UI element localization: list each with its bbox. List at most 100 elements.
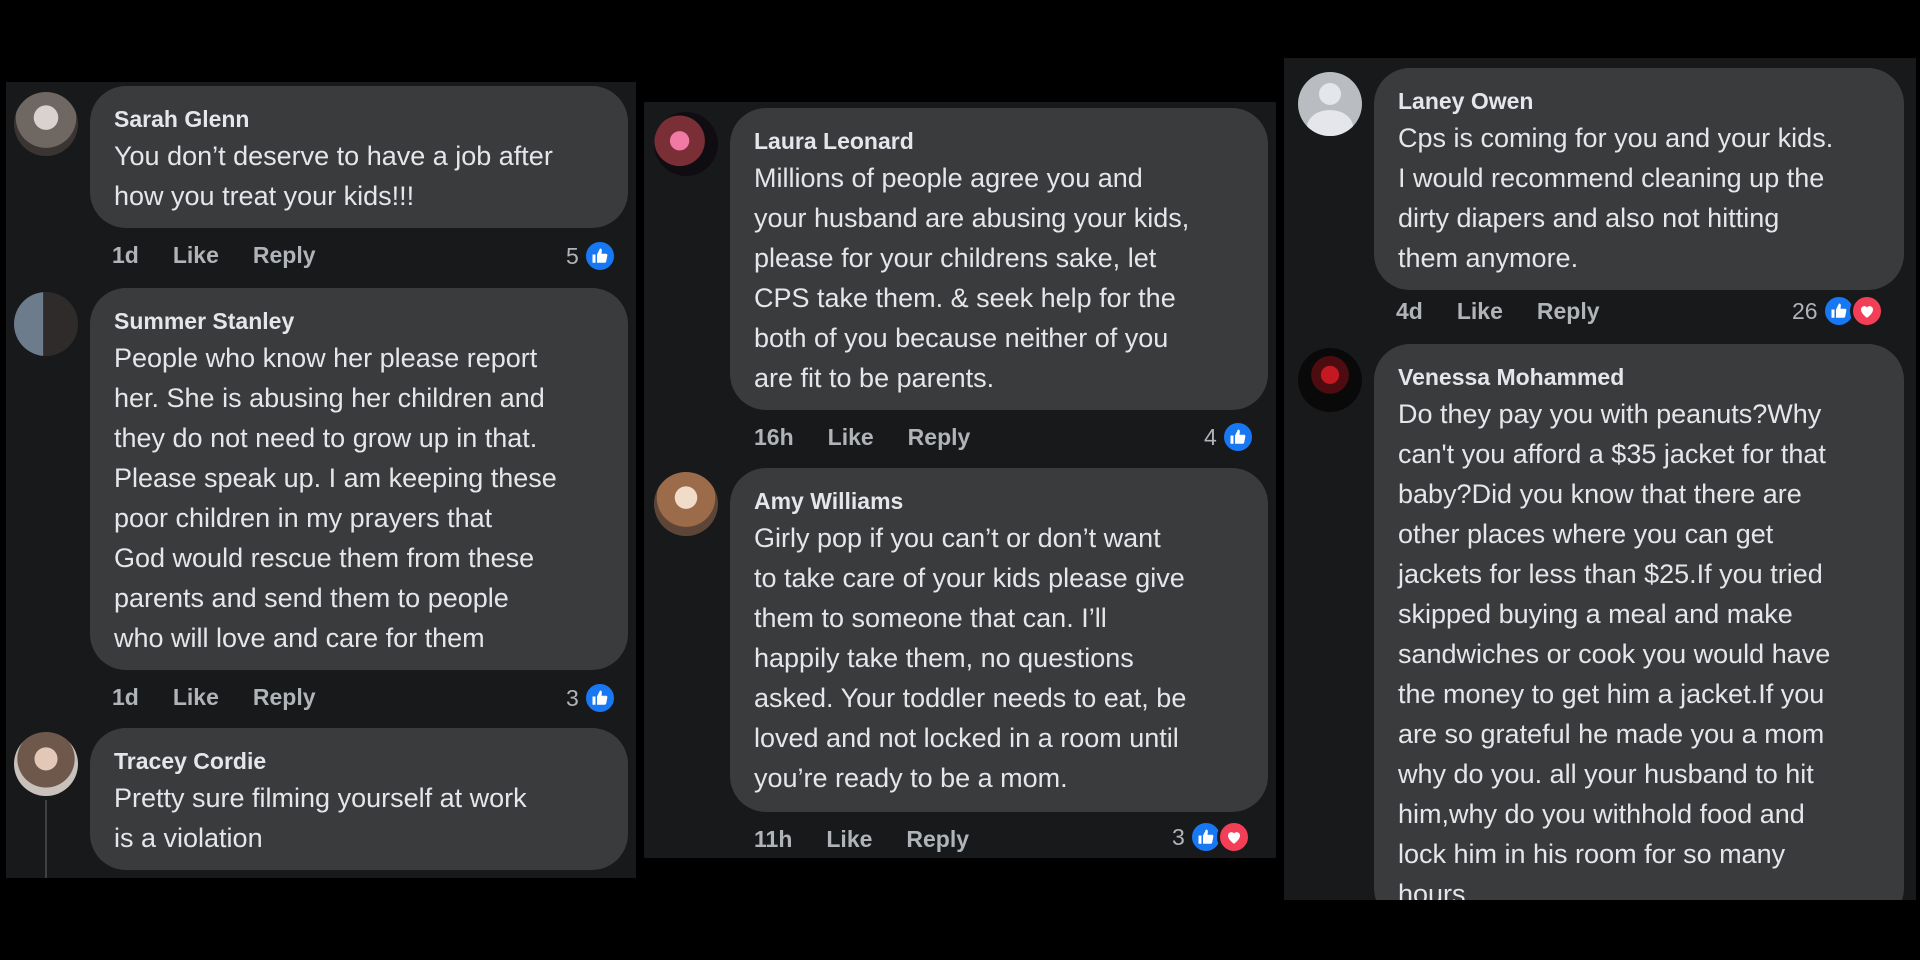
reaction-count: 5 xyxy=(566,242,579,269)
comment-text-line: Pretty sure filming yourself at work xyxy=(114,783,527,813)
avatar[interactable] xyxy=(14,92,78,156)
comment-author[interactable]: Summer Stanley xyxy=(114,306,604,336)
love-reaction-icon xyxy=(1849,294,1884,328)
comment-bubble: Tracey Cordie Pretty sure filming yourse… xyxy=(90,728,628,870)
reactions[interactable]: 3 xyxy=(1172,820,1251,854)
comment-text: Cps is coming for you and your kids. I w… xyxy=(1398,118,1880,278)
comment-text-line: they do not need to grow up in that. xyxy=(114,423,538,453)
comment-text-line: both of you because neither of you xyxy=(754,323,1169,353)
comment-text-line: the money to get him a jacket.If you xyxy=(1398,679,1825,709)
comment-text-line: is a violation xyxy=(114,823,263,853)
reactions[interactable]: 26 xyxy=(1792,294,1884,328)
comment-bubble: Laura Leonard Millions of people agree y… xyxy=(730,108,1268,410)
comment-text: Do they pay you with peanuts?Why can't y… xyxy=(1398,394,1880,900)
comment-text-line: other places where you can get xyxy=(1398,519,1774,549)
reaction-count: 3 xyxy=(566,684,579,711)
avatar[interactable] xyxy=(14,292,78,356)
comment-time[interactable]: 16h xyxy=(754,424,794,451)
comment-text-line: God would rescue them from these xyxy=(114,543,535,573)
like-reaction-icon xyxy=(1220,420,1255,454)
comment-bubble: Sarah Glenn You don’t deserve to have a … xyxy=(90,86,628,228)
reply-button[interactable]: Reply xyxy=(253,242,316,269)
comment-text-line: sandwiches or cook you would have xyxy=(1398,639,1831,669)
comment-text-line: him,why do you withhold food and xyxy=(1398,799,1805,829)
comment-text-line: Cps is coming for you and your kids. xyxy=(1398,123,1834,153)
comment-author[interactable]: Venessa Mohammed xyxy=(1398,362,1880,392)
like-button[interactable]: Like xyxy=(826,826,872,853)
comment-text-line: poor children in my prayers that xyxy=(114,503,493,533)
like-reaction-icon xyxy=(582,681,617,715)
comment-text-line: You don’t deserve to have a job after xyxy=(114,141,553,171)
comments-panel-3: Laney Owen Cps is coming for you and you… xyxy=(1284,58,1916,900)
comment-text-line: to take care of your kids please give xyxy=(754,563,1185,593)
comment-text: Girly pop if you can’t or don’t want to … xyxy=(754,518,1244,798)
comment-text-line: skipped buying a meal and make xyxy=(1398,599,1793,629)
comment-time[interactable]: 1d xyxy=(112,684,139,711)
reply-button[interactable]: Reply xyxy=(253,684,316,711)
comment-text-line: People who know her please report xyxy=(114,343,538,373)
comment-text-line: asked. Your toddler needs to eat, be xyxy=(754,683,1187,713)
avatar[interactable] xyxy=(1298,348,1362,412)
comment-text-line: Do they pay you with peanuts?Why xyxy=(1398,399,1822,429)
comment-text-line: why do you. all your husband to hit xyxy=(1398,759,1814,789)
comment-actions: 4d Like Reply xyxy=(1396,298,1600,325)
reactions[interactable]: 4 xyxy=(1204,420,1255,454)
reply-button[interactable]: Reply xyxy=(906,826,969,853)
comment-bubble: Venessa Mohammed Do they pay you with pe… xyxy=(1374,344,1904,900)
reaction-count: 3 xyxy=(1172,823,1185,850)
comment-author[interactable]: Sarah Glenn xyxy=(114,104,604,134)
comment-text-line: Girly pop if you can’t or don’t want xyxy=(754,523,1161,553)
comment-text-line: loved and not locked in a room until xyxy=(754,723,1179,753)
comment-text-line: happily take them, no questions xyxy=(754,643,1134,673)
comment-time[interactable]: 11h xyxy=(754,826,792,853)
comment-bubble: Amy Williams Girly pop if you can’t or d… xyxy=(730,468,1268,812)
comment-text-line: Please speak up. I am keeping these xyxy=(114,463,557,493)
thread-line xyxy=(45,800,47,878)
reply-button[interactable]: Reply xyxy=(1537,298,1600,325)
like-button[interactable]: Like xyxy=(828,424,874,451)
comment-text: People who know her please report her. S… xyxy=(114,338,604,658)
comment-text-line: them anymore. xyxy=(1398,243,1579,273)
comment-text: You don’t deserve to have a job after ho… xyxy=(114,136,604,216)
comment-actions: 16h Like Reply xyxy=(754,424,970,451)
comment-text-line: parents and send them to people xyxy=(114,583,509,613)
comment-text-line: I would recommend cleaning up the xyxy=(1398,163,1825,193)
comment-actions: 1d Like Reply xyxy=(112,242,316,269)
comment-text-line: you’re ready to be a mom. xyxy=(754,763,1068,793)
comment-bubble: Summer Stanley People who know her pleas… xyxy=(90,288,628,670)
comments-panel-2: Laura Leonard Millions of people agree y… xyxy=(644,102,1276,858)
comment-author[interactable]: Tracey Cordie xyxy=(114,746,604,776)
like-button[interactable]: Like xyxy=(173,684,219,711)
comment-text-line: how you treat your kids!!! xyxy=(114,181,415,211)
comment-text-line: please for your childrens sake, let xyxy=(754,243,1157,273)
reaction-count: 4 xyxy=(1204,423,1217,450)
reply-button[interactable]: Reply xyxy=(908,424,971,451)
avatar[interactable] xyxy=(654,112,718,176)
comment-text: Millions of people agree you and your hu… xyxy=(754,158,1244,398)
reactions[interactable]: 3 xyxy=(566,681,617,715)
like-reaction-icon xyxy=(582,239,617,273)
like-button[interactable]: Like xyxy=(173,242,219,269)
comment-text-line: your husband are abusing your kids, xyxy=(754,203,1190,233)
avatar[interactable] xyxy=(14,732,78,796)
comment-author[interactable]: Laura Leonard xyxy=(754,126,1244,156)
comment-text-line: Millions of people agree you and xyxy=(754,163,1143,193)
like-button[interactable]: Like xyxy=(1457,298,1503,325)
reaction-count: 26 xyxy=(1792,297,1818,324)
comment-author[interactable]: Laney Owen xyxy=(1398,86,1880,116)
comment-author[interactable]: Amy Williams xyxy=(754,486,1244,516)
comment-text-line: jackets for less than $25.If you tried xyxy=(1398,559,1823,589)
comment-actions: 11h Like Reply xyxy=(754,826,969,853)
default-avatar-icon[interactable] xyxy=(1298,72,1362,136)
comment-text-line: her. She is abusing her children and xyxy=(114,383,545,413)
comment-time[interactable]: 1d xyxy=(112,242,139,269)
comment-bubble: Laney Owen Cps is coming for you and you… xyxy=(1374,68,1904,290)
love-reaction-icon xyxy=(1216,820,1251,854)
avatar[interactable] xyxy=(654,472,718,536)
comment-text-line: lock him in his room for so many xyxy=(1398,839,1786,869)
reactions[interactable]: 5 xyxy=(566,239,617,273)
comment-text-line: who will love and care for them xyxy=(114,623,485,653)
comment-text-line: dirty diapers and also not hitting xyxy=(1398,203,1780,233)
comment-time[interactable]: 4d xyxy=(1396,298,1423,325)
comment-text-line: CPS take them. & seek help for the xyxy=(754,283,1176,313)
